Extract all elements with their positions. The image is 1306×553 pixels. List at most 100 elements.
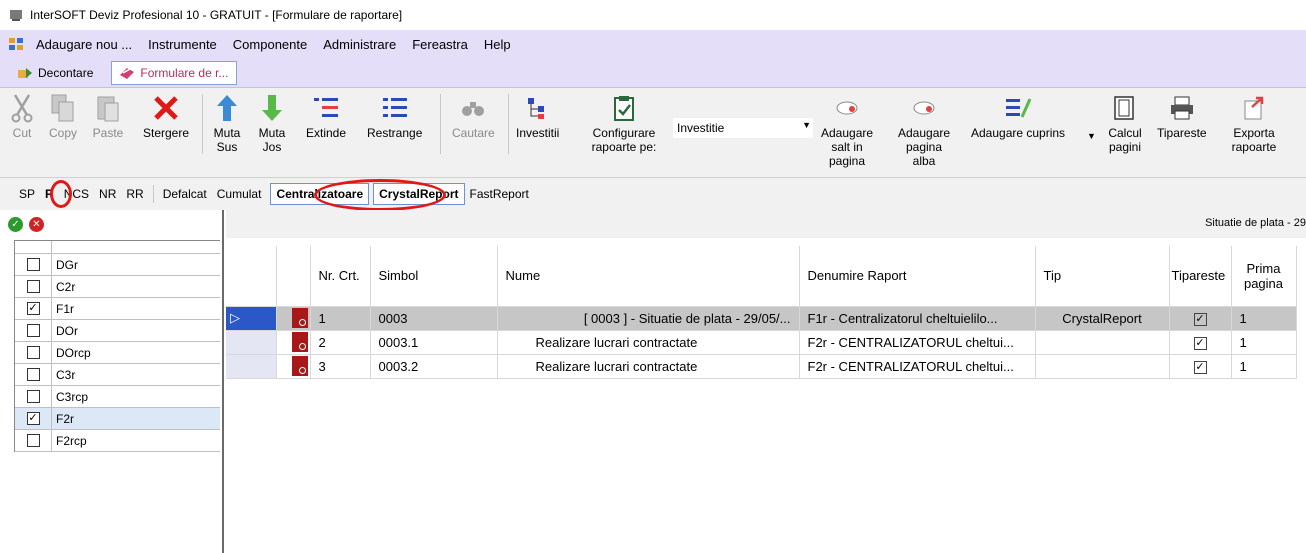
investments-button[interactable]: Investitii xyxy=(516,92,559,140)
report-icon xyxy=(276,306,311,331)
filter-centralizatoare[interactable]: Centralizatoare xyxy=(270,183,370,205)
col-denumire-raport[interactable]: Denumire Raport xyxy=(799,246,1036,307)
grid-icon-header xyxy=(276,246,311,307)
menu-administrare[interactable]: Administrare xyxy=(315,37,404,52)
menu-fereastra[interactable]: Fereastra xyxy=(404,37,476,52)
paste-icon xyxy=(97,96,119,122)
report-config-select[interactable]: Investitie ▼ xyxy=(673,118,813,138)
col-tip[interactable]: Tip xyxy=(1035,246,1170,307)
form-checkbox[interactable] xyxy=(26,390,40,403)
row-indicator xyxy=(226,354,277,379)
check-all-icon[interactable]: ✓ xyxy=(8,216,23,232)
filter-r[interactable]: R xyxy=(40,184,59,204)
form-list-item[interactable]: DGr xyxy=(15,254,220,276)
col-prima-pagina[interactable]: Prima pagina xyxy=(1231,246,1297,307)
table-row[interactable]: 2 0003.1 Realizare lucrari contractate F2r … xyxy=(226,330,1297,355)
delete-button[interactable]: Stergere xyxy=(143,92,189,140)
col-nume[interactable]: Nume xyxy=(497,246,800,307)
print-checkbox[interactable]: ✓ xyxy=(1193,313,1207,326)
move-down-button[interactable]: Muta Jos xyxy=(255,92,289,154)
mdi-window-icon[interactable] xyxy=(8,37,24,51)
copy-button[interactable]: Copy xyxy=(47,92,79,140)
export-label: Exporta rapoarte xyxy=(1231,126,1277,154)
filter-rr[interactable]: RR xyxy=(121,184,148,204)
search-button[interactable]: Cautare xyxy=(452,92,495,140)
col-tipareste[interactable]: Tipareste xyxy=(1169,246,1232,307)
form-name: F1r xyxy=(56,301,74,316)
form-list-item[interactable]: F2rcp xyxy=(15,430,220,452)
form-list-item[interactable]: ✓ F1r xyxy=(15,298,220,320)
export-icon xyxy=(1244,96,1264,120)
tab-formulare-label: Formulare de r... xyxy=(140,65,229,80)
add-page-break-label: Adaugare salt in pagina xyxy=(821,126,874,168)
form-checkbox[interactable]: ✓ xyxy=(26,302,40,315)
filter-cumulat[interactable]: Cumulat xyxy=(212,184,267,204)
menu-instrumente[interactable]: Instrumente xyxy=(140,37,225,52)
cell-denumire-raport: F1r - Centralizatorul cheltuielilo... xyxy=(799,306,1036,331)
filter-crystalreport[interactable]: CrystalReport xyxy=(373,183,465,205)
form-checkbox[interactable] xyxy=(26,280,40,293)
paste-button[interactable]: Paste xyxy=(92,92,124,140)
reports-grid-panel: Situatie de plata - 29 Nr. Crt. Simbol N… xyxy=(226,210,1306,553)
calc-pages-button[interactable]: Calcul pagini xyxy=(1105,92,1145,154)
menu-help[interactable]: Help xyxy=(476,37,519,52)
cell-simbol: 0003.1 xyxy=(370,330,498,355)
cell-tipareste[interactable]: ✓ xyxy=(1169,330,1232,355)
table-row[interactable]: ▷ 1 0003[ 0003 ] - Situatie de plata - 29/… xyxy=(226,306,1297,331)
form-checkbox[interactable] xyxy=(26,258,40,271)
collapse-button[interactable]: Restrange xyxy=(367,92,422,140)
crystal-report-icon xyxy=(291,308,308,328)
print-button[interactable]: Tipareste xyxy=(1157,92,1207,140)
form-checkbox[interactable] xyxy=(26,324,40,337)
print-label: Tipareste xyxy=(1157,126,1207,140)
menu-componente[interactable]: Componente xyxy=(225,37,315,52)
form-list-item[interactable]: C2r xyxy=(15,276,220,298)
report-filter-bar: SP R NCS NR RR Defalcat Cumulat Centrali… xyxy=(0,178,1306,210)
tab-decontare[interactable]: Decontare xyxy=(10,61,101,85)
arrow-up-icon xyxy=(217,95,237,121)
cell-nume: Realizare lucrari contractate xyxy=(497,330,800,355)
form-list-item[interactable]: DOr xyxy=(15,320,220,342)
filter-defalcat[interactable]: Defalcat xyxy=(158,184,212,204)
form-checkbox[interactable]: ✓ xyxy=(26,412,40,425)
cell-tipareste[interactable]: ✓ xyxy=(1169,306,1232,331)
filter-nr[interactable]: NR xyxy=(94,184,121,204)
print-checkbox[interactable]: ✓ xyxy=(1193,337,1207,350)
row-indicator: ▷ xyxy=(226,306,277,331)
form-list-item[interactable]: C3rcp xyxy=(15,386,220,408)
add-toc-button[interactable]: Adaugare cuprins xyxy=(971,92,1065,140)
move-up-button[interactable]: Muta Sus xyxy=(210,92,244,154)
col-simbol[interactable]: Simbol xyxy=(370,246,498,307)
expand-button[interactable]: Extinde xyxy=(306,92,346,140)
grid-indicator-header xyxy=(226,246,277,307)
add-toc-dropdown-icon[interactable]: ▼ xyxy=(1087,131,1096,141)
form-list-item[interactable]: C3r xyxy=(15,364,220,386)
report-icon xyxy=(276,354,311,379)
table-row[interactable]: 3 0003.2 Realizare lucrari contractate F2r … xyxy=(226,354,1297,379)
cell-nr-crt: 1 xyxy=(310,306,371,331)
filter-ncs[interactable]: NCS xyxy=(59,184,94,204)
add-blank-page-button[interactable]: Adaugare pagina alba xyxy=(898,92,950,168)
col-nr-crt[interactable]: Nr. Crt. xyxy=(310,246,371,307)
form-list-panel: ✓ ✕ DGr C2r ✓ F1r DOr DOrcp C3r C3rcp ✓ F2r F2rcp xyxy=(0,210,224,553)
cell-tipareste[interactable]: ✓ xyxy=(1169,354,1232,379)
toolbar: Cut Copy Paste Stergere Muta Sus Muta Jo… xyxy=(0,88,1306,178)
move-down-label: Muta Jos xyxy=(258,126,286,154)
investments-label: Investitii xyxy=(516,126,560,140)
cut-button[interactable]: Cut xyxy=(6,92,38,140)
uncheck-all-icon[interactable]: ✕ xyxy=(29,216,44,232)
form-list-item[interactable]: ✓ F2r xyxy=(15,408,220,430)
menu-adaugare-nou[interactable]: Adaugare nou ... xyxy=(28,37,140,52)
export-button[interactable]: Exporta rapoarte xyxy=(1230,92,1278,154)
print-checkbox[interactable]: ✓ xyxy=(1193,361,1207,374)
filter-sp[interactable]: SP xyxy=(14,184,40,204)
form-checkbox[interactable] xyxy=(26,434,40,447)
tab-formulare[interactable]: Formulare de r... xyxy=(111,60,238,85)
filter-fastreport[interactable]: FastReport xyxy=(465,184,534,204)
form-checkbox[interactable] xyxy=(26,368,40,381)
configure-button[interactable]: Configurare rapoarte pe: xyxy=(586,92,662,154)
search-label: Cautare xyxy=(452,126,495,140)
form-list-item[interactable]: DOrcp xyxy=(15,342,220,364)
form-checkbox[interactable] xyxy=(26,346,40,359)
add-page-break-button[interactable]: Adaugare salt in pagina xyxy=(821,92,873,168)
